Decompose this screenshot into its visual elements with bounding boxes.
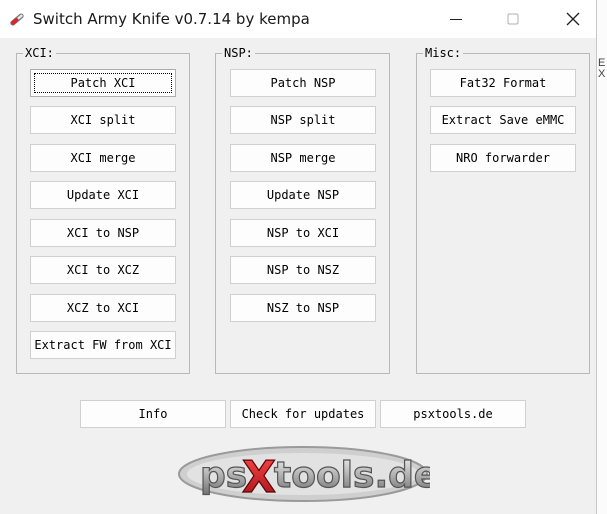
patch-xci-button[interactable]: Patch XCI xyxy=(30,69,176,97)
misc-group-legend: Misc: xyxy=(425,46,462,60)
svg-text:tools.de: tools.de xyxy=(274,455,430,496)
xci-to-nsp-button[interactable]: XCI to NSP xyxy=(30,219,176,247)
update-nsp-button[interactable]: Update NSP xyxy=(230,181,376,209)
window-title: Switch Army Knife v0.7.14 by kempa xyxy=(33,10,310,28)
minimize-icon xyxy=(450,19,462,20)
extract-fw-from-xci-button[interactable]: Extract FW from XCI xyxy=(30,331,176,359)
maximize-button[interactable] xyxy=(490,0,536,38)
svg-text:X: X xyxy=(242,452,276,503)
nro-forwarder-button[interactable]: NRO forwarder xyxy=(430,144,576,172)
nsp-to-xci-button[interactable]: NSP to XCI xyxy=(230,219,376,247)
patch-nsp-button[interactable]: Patch NSP xyxy=(230,69,376,97)
svg-text:ps: ps xyxy=(200,455,247,496)
xci-to-xcz-button[interactable]: XCI to XCZ xyxy=(30,256,176,284)
background-window-mark: X xyxy=(598,68,606,80)
extract-save-emmc-button[interactable]: Extract Save eMMC xyxy=(430,106,576,134)
close-button[interactable] xyxy=(550,0,596,38)
xci-split-button[interactable]: XCI split xyxy=(30,106,176,134)
xci-group-legend: XCI: xyxy=(25,46,54,60)
maximize-icon xyxy=(507,13,519,25)
check-for-updates-button[interactable]: Check for updates xyxy=(230,400,376,428)
title-bar[interactable]: Switch Army Knife v0.7.14 by kempa xyxy=(0,0,596,38)
xcz-to-xci-button[interactable]: XCZ to XCI xyxy=(30,294,176,322)
nsp-merge-button[interactable]: NSP merge xyxy=(230,144,376,172)
psxtools-logo: ps X tools.de xyxy=(178,446,430,504)
nsz-to-nsp-button[interactable]: NSZ to NSP xyxy=(230,294,376,322)
xci-merge-button[interactable]: XCI merge xyxy=(30,144,176,172)
background-window-edge: E X xyxy=(597,0,607,514)
nsp-to-nsz-button[interactable]: NSP to NSZ xyxy=(230,256,376,284)
psxtools-site-button[interactable]: psxtools.de xyxy=(380,400,526,428)
info-button[interactable]: Info xyxy=(80,400,226,428)
minimize-button[interactable] xyxy=(433,0,479,38)
fat32-format-button[interactable]: Fat32 Format xyxy=(430,69,576,97)
app-window: Switch Army Knife v0.7.14 by kempa XCI: … xyxy=(0,0,597,514)
nsp-split-button[interactable]: NSP split xyxy=(230,106,376,134)
close-icon xyxy=(566,12,580,26)
update-xci-button[interactable]: Update XCI xyxy=(30,181,176,209)
nsp-group-legend: NSP: xyxy=(224,46,253,60)
pocket-knife-icon xyxy=(10,13,24,26)
